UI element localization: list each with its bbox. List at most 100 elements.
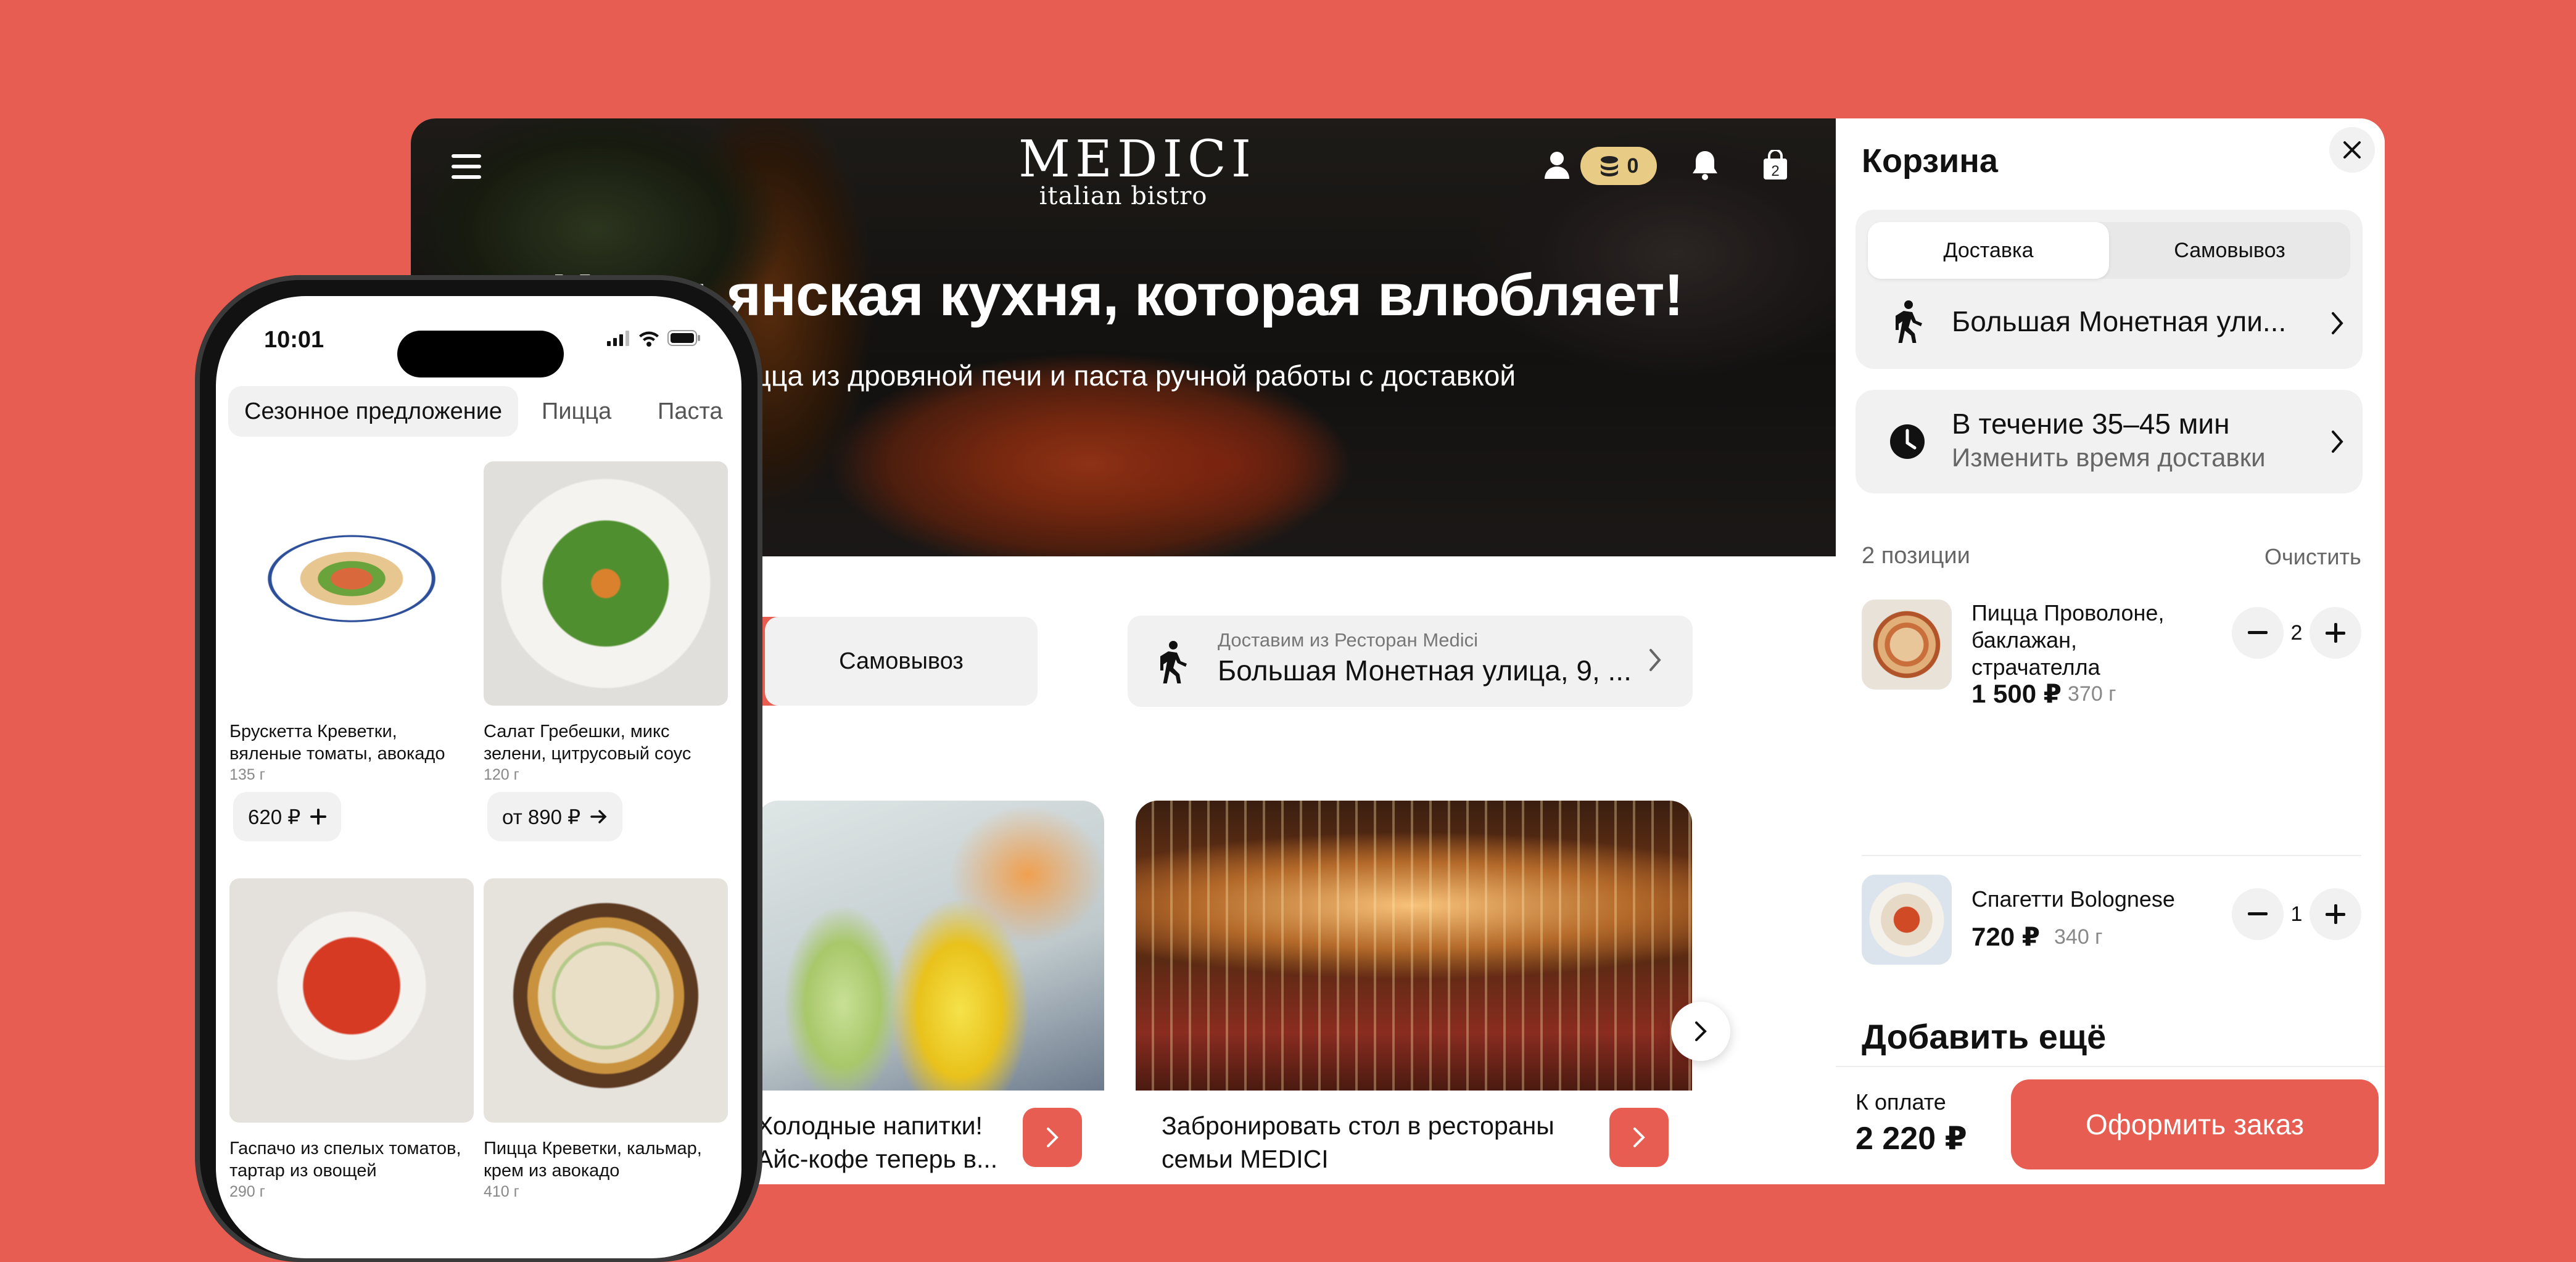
increase-button[interactable] [2310, 888, 2361, 940]
chevron-right-icon [2332, 431, 2343, 453]
walking-person-icon [1160, 641, 1187, 683]
product-name: Салат Гребешки, микс зелени, цитрусовый с… [484, 722, 691, 764]
hero-subtitle: Пицца из дровяной печи и паста ручной ра… [718, 360, 1516, 392]
clear-cart-button[interactable]: Очистить [2264, 544, 2361, 570]
address-caption: Доставим из Ресторан Medici [1218, 629, 1478, 651]
cart-badge-count: 2 [1771, 163, 1779, 179]
item-price: 1 500 ₽ [1971, 679, 2062, 708]
delivery-address-selector[interactable]: Доставим из Ресторан Medici Большая Моне… [1128, 616, 1693, 707]
category-tab-pizza[interactable]: Пицца [542, 386, 611, 437]
promo-image [756, 801, 1104, 1091]
product-options-button[interactable]: от 890 ₽ [487, 792, 623, 841]
item-name: Пицца Проволоне, баклажан, страчателла [1971, 600, 2165, 680]
decrease-button[interactable] [2232, 607, 2284, 659]
plus-icon [2326, 904, 2345, 924]
product-image [229, 878, 474, 1123]
status-time: 10:01 [264, 327, 324, 353]
coins-count: 0 [1627, 154, 1639, 178]
item-weight: 340 г [2054, 925, 2103, 949]
phone-screen: 10:01 Сезонное предложение Пицца Паста Б… [216, 296, 741, 1258]
change-time-link: Изменить время доставки [1952, 443, 2266, 472]
tab-delivery[interactable]: Доставка [1868, 222, 2109, 279]
delivery-time-row[interactable]: В течение 35–45 мин Изменить время доста… [1856, 390, 2363, 493]
product-weight: 120 г [484, 766, 519, 783]
items-count: 2 позиции [1862, 543, 1970, 569]
cart-address-row[interactable]: Большая Монетная ули... [1856, 285, 2363, 359]
decrease-button[interactable] [2232, 888, 2284, 940]
delivery-mode-switch: Доставка Самовывоз [1868, 222, 2350, 279]
delivery-card: Доставка Самовывоз Большая Монетная ули.… [1856, 210, 2363, 369]
pickup-button[interactable]: Самовывоз [765, 617, 1038, 706]
add-more-title: Добавить ещё [1862, 1017, 2107, 1056]
plus-icon [310, 809, 327, 825]
promo-card-drinks[interactable]: Холодные напитки! Айс-кофе теперь в... [756, 801, 1104, 1184]
logo-sub: italian bistro [1039, 182, 1208, 210]
product-price: 620 ₽ [248, 805, 301, 828]
close-icon [2343, 141, 2361, 159]
promo-text: Холодные напитки! Айс-кофе теперь в... [756, 1111, 998, 1173]
bonus-coins-badge[interactable]: 0 [1580, 147, 1657, 185]
menu-icon[interactable] [452, 154, 481, 179]
signal-icon [607, 331, 629, 346]
quantity-stepper: 1 [2232, 888, 2361, 940]
item-weight: 370 г [2068, 682, 2116, 706]
cart-address: Большая Монетная ули... [1952, 305, 2287, 337]
close-button[interactable] [2329, 127, 2375, 173]
cart-bag-icon[interactable]: 2 [1757, 147, 1794, 184]
add-to-cart-button[interactable]: 620 ₽ [233, 792, 342, 841]
product-name: Гаспачо из спелых томатов, тартар из овощ… [229, 1139, 461, 1181]
logo-main: MEDICI [1018, 130, 1257, 189]
status-icons [607, 329, 701, 347]
product-weight: 135 г [229, 766, 265, 783]
carousel-next-button[interactable] [1671, 1002, 1730, 1061]
wifi-icon [639, 331, 659, 347]
cart-item: Спагетти Bolognese 720 ₽ 340 г 1 [1862, 875, 2361, 967]
promo-card-reservation[interactable]: Забронировать стол в рестораны семьи MED… [1136, 801, 1692, 1184]
checkout-button[interactable]: Оформить заказ [2011, 1079, 2379, 1169]
divider [1862, 855, 2361, 856]
delivery-time: В течение 35–45 мин [1952, 408, 2230, 440]
user-icon[interactable] [1538, 147, 1575, 184]
chevron-right-icon [1695, 1021, 1707, 1041]
promo-image [1136, 801, 1692, 1091]
dynamic-island [397, 331, 564, 377]
pay-total: 2 220 ₽ [1856, 1121, 1967, 1157]
item-price: 720 ₽ [1971, 922, 2040, 951]
minus-icon [2248, 631, 2268, 634]
walking-person-icon [1896, 300, 1922, 343]
tab-pickup[interactable]: Самовывоз [2109, 222, 2350, 279]
chevron-right-icon [2332, 312, 2343, 334]
address-value: Большая Монетная улица, 9, ... [1218, 654, 1632, 687]
phone-frame: 10:01 Сезонное предложение Пицца Паста Б… [195, 275, 762, 1262]
product-name: Брускетта Креветки, вяленые томаты, авока… [229, 722, 445, 764]
bell-icon[interactable] [1686, 147, 1724, 184]
clock-icon [1890, 424, 1925, 459]
minus-icon [2248, 912, 2268, 915]
item-quantity: 2 [2290, 621, 2303, 645]
cart-item: Пицца Проволоне, баклажан, страчателла 1… [1862, 600, 2361, 708]
chevron-right-icon [1649, 649, 1661, 671]
brand-logo[interactable]: MEDICI italian bistro [1018, 130, 1257, 210]
arrow-right-icon [1047, 1128, 1059, 1147]
item-quantity: 1 [2290, 902, 2303, 926]
increase-button[interactable] [2310, 607, 2361, 659]
item-thumbnail [1862, 600, 1952, 690]
product-weight: 410 г [484, 1183, 519, 1200]
item-name: Спагетти Bolognese [1971, 886, 2175, 912]
item-thumbnail [1862, 875, 1952, 965]
product-weight: 290 г [229, 1183, 265, 1200]
promo-text: Забронировать стол в рестораны семьи MED… [1162, 1111, 1554, 1173]
product-name: Пицца Креветки, кальмар, крем из авокадо [484, 1139, 702, 1181]
arrow-right-icon [590, 810, 607, 823]
quantity-stepper: 2 [2232, 607, 2361, 659]
cart-panel: Корзина Доставка Самовывоз Большая Монет… [1836, 118, 2385, 1184]
product-price: от 890 ₽ [502, 805, 581, 828]
category-tab-seasonal[interactable]: Сезонное предложение [228, 386, 519, 437]
category-tab-pasta[interactable]: Паста [658, 386, 723, 437]
plus-icon [2326, 623, 2345, 643]
promo-go-button[interactable] [1609, 1108, 1669, 1167]
coins-icon [1600, 156, 1618, 176]
product-image [484, 878, 728, 1123]
promo-go-button[interactable] [1023, 1108, 1082, 1167]
cart-title: Корзина [1862, 142, 1998, 179]
